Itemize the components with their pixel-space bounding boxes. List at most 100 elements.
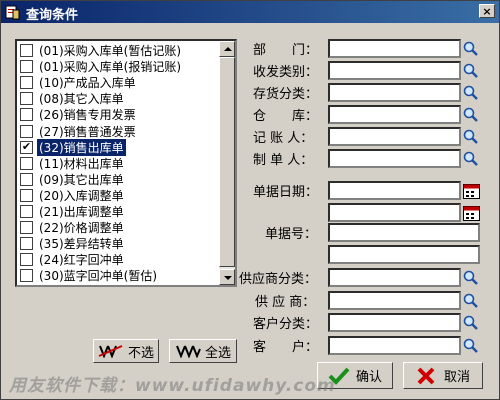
search-icon bbox=[463, 151, 478, 166]
list-item[interactable]: (08)其它入库单 bbox=[17, 90, 217, 107]
item-label: (01)采购入库单(报销记账) bbox=[39, 60, 181, 75]
item-label: (11)材料出库单 bbox=[39, 156, 124, 171]
supplier-field[interactable] bbox=[328, 291, 461, 310]
bookkeeper-lookup-button[interactable] bbox=[462, 127, 480, 146]
item-checkbox[interactable] bbox=[20, 205, 33, 218]
search-icon bbox=[463, 338, 478, 353]
item-checkbox[interactable] bbox=[20, 221, 33, 235]
warehouse-lookup-button[interactable] bbox=[462, 105, 480, 124]
item-checkbox[interactable] bbox=[20, 269, 33, 283]
item-checkbox[interactable] bbox=[20, 253, 33, 267]
doc-number-to-field[interactable] bbox=[328, 245, 480, 264]
search-icon bbox=[463, 41, 478, 56]
item-label: (30)蓝字回冲单(暂估) bbox=[39, 269, 157, 284]
deselect-icon bbox=[98, 345, 123, 358]
ok-label: 确认 bbox=[355, 370, 382, 385]
supplier-lookup-button[interactable] bbox=[462, 291, 480, 310]
item-checkbox[interactable] bbox=[20, 237, 33, 251]
department-field[interactable] bbox=[328, 39, 461, 58]
item-checkbox[interactable] bbox=[20, 124, 33, 138]
item-checkbox[interactable] bbox=[20, 60, 33, 74]
supplier-category-lookup-button[interactable] bbox=[462, 268, 480, 287]
list-item[interactable]: (11)材料出库单 bbox=[17, 155, 217, 172]
supplier-category-label: 供应商分类： bbox=[239, 272, 318, 287]
deselect-label: 不选 bbox=[127, 345, 154, 361]
maker-lookup-button[interactable] bbox=[462, 149, 480, 168]
select-all-icon bbox=[176, 345, 201, 358]
department-label: 部 门： bbox=[253, 43, 319, 58]
item-label: (09)其它出库单 bbox=[39, 172, 124, 187]
inventory-category-lookup-button[interactable] bbox=[462, 83, 480, 102]
customer-category-lookup-button[interactable] bbox=[462, 313, 480, 332]
query-conditions-dialog: 查询条件 × (01)采购入库单(暂估记账) (01)采购入库单(报销记账) (10… bbox=[0, 0, 500, 400]
item-checkbox[interactable] bbox=[20, 44, 33, 57]
doc-date-to-field[interactable] bbox=[328, 203, 461, 222]
x-icon bbox=[417, 367, 435, 384]
document-type-list[interactable]: (01)采购入库单(暂估记账) (01)采购入库单(报销记账) (10)产成品入库单… bbox=[15, 39, 237, 287]
calendar-icon bbox=[462, 205, 480, 221]
item-checkbox[interactable] bbox=[20, 172, 33, 186]
customer-category-label: 客户分类： bbox=[253, 317, 319, 332]
list-item[interactable]: (10)产成品入库单 bbox=[17, 74, 217, 91]
select-all-label: 全选 bbox=[204, 345, 231, 361]
scroll-up-button[interactable] bbox=[219, 41, 235, 57]
dispatch-category-field[interactable] bbox=[328, 61, 461, 80]
bookkeeper-field[interactable] bbox=[328, 127, 461, 146]
list-item[interactable]: (30)蓝字回冲单(暂估) bbox=[17, 267, 217, 284]
watermark-text: 用友软件下载：www.ufidawhy.com bbox=[9, 376, 336, 396]
doc-number-from-field[interactable] bbox=[328, 223, 480, 242]
item-checkbox[interactable] bbox=[20, 156, 33, 170]
doc-date-from-picker[interactable] bbox=[462, 181, 480, 200]
item-checkbox[interactable]: ✔ bbox=[20, 140, 33, 154]
list-item[interactable]: (35)差异结转单 bbox=[17, 235, 217, 252]
doc-date-label: 单据日期： bbox=[253, 185, 319, 200]
doc-date-from-field[interactable] bbox=[328, 181, 461, 200]
list-item[interactable]: (26)销售专用发票 bbox=[17, 106, 217, 123]
item-label: (20)入库调整单 bbox=[39, 188, 124, 203]
list-item[interactable]: ✔ (32)销售出库单 bbox=[17, 138, 217, 156]
title-bar: 查询条件 × bbox=[1, 1, 499, 23]
search-icon bbox=[463, 85, 478, 100]
item-label: (21)出库调整单 bbox=[39, 205, 124, 219]
calendar-icon bbox=[462, 183, 480, 199]
list-item[interactable]: (01)采购入库单(暂估记账) bbox=[17, 42, 217, 59]
supplier-category-field[interactable] bbox=[328, 268, 461, 287]
scroll-down-button[interactable] bbox=[219, 269, 235, 285]
list-item[interactable]: (21)出库调整单 bbox=[17, 203, 217, 220]
warehouse-field[interactable] bbox=[328, 105, 461, 124]
list-item[interactable]: (22)价格调整单 bbox=[17, 219, 217, 236]
item-label: (10)产成品入库单 bbox=[39, 76, 136, 91]
list-item[interactable]: (09)其它出库单 bbox=[17, 171, 217, 188]
item-label: (35)差异结转单 bbox=[39, 237, 124, 252]
close-button[interactable]: × bbox=[479, 4, 495, 18]
customer-field[interactable] bbox=[328, 336, 461, 355]
item-label: (32)销售出库单 bbox=[37, 138, 126, 156]
maker-field[interactable] bbox=[328, 149, 461, 168]
dispatch-category-lookup-button[interactable] bbox=[462, 61, 480, 80]
item-checkbox[interactable] bbox=[20, 76, 33, 90]
select-all-button[interactable]: 全选 bbox=[169, 339, 237, 363]
item-checkbox[interactable] bbox=[20, 188, 33, 202]
customer-lookup-button[interactable] bbox=[462, 336, 480, 355]
doc-date-to-picker[interactable] bbox=[462, 203, 480, 222]
dispatch-category-label: 收发类别： bbox=[253, 65, 319, 80]
inventory-category-field[interactable] bbox=[328, 83, 461, 102]
item-label: (01)采购入库单(暂估记账) bbox=[39, 44, 181, 58]
cancel-button[interactable]: 取消 bbox=[403, 362, 483, 389]
item-checkbox[interactable] bbox=[20, 108, 33, 122]
bookkeeper-label: 记 账 人： bbox=[253, 131, 314, 146]
app-icon bbox=[5, 5, 20, 20]
deselect-all-button[interactable]: 不选 bbox=[93, 339, 159, 363]
item-label: (26)销售专用发票 bbox=[39, 108, 136, 123]
scroll-thumb[interactable] bbox=[219, 57, 235, 267]
item-checkbox[interactable] bbox=[20, 92, 33, 106]
customer-category-field[interactable] bbox=[328, 313, 461, 332]
list-item[interactable]: (27)销售普通发票 bbox=[17, 123, 217, 140]
list-item[interactable]: (24)红字回冲单 bbox=[17, 251, 217, 268]
item-label: (22)价格调整单 bbox=[39, 221, 124, 236]
maker-label: 制 单 人： bbox=[253, 153, 314, 168]
vertical-scrollbar[interactable] bbox=[219, 41, 235, 285]
list-item[interactable]: (01)采购入库单(报销记账) bbox=[17, 58, 217, 75]
list-item[interactable]: (20)入库调整单 bbox=[17, 187, 217, 204]
department-lookup-button[interactable] bbox=[462, 39, 480, 58]
